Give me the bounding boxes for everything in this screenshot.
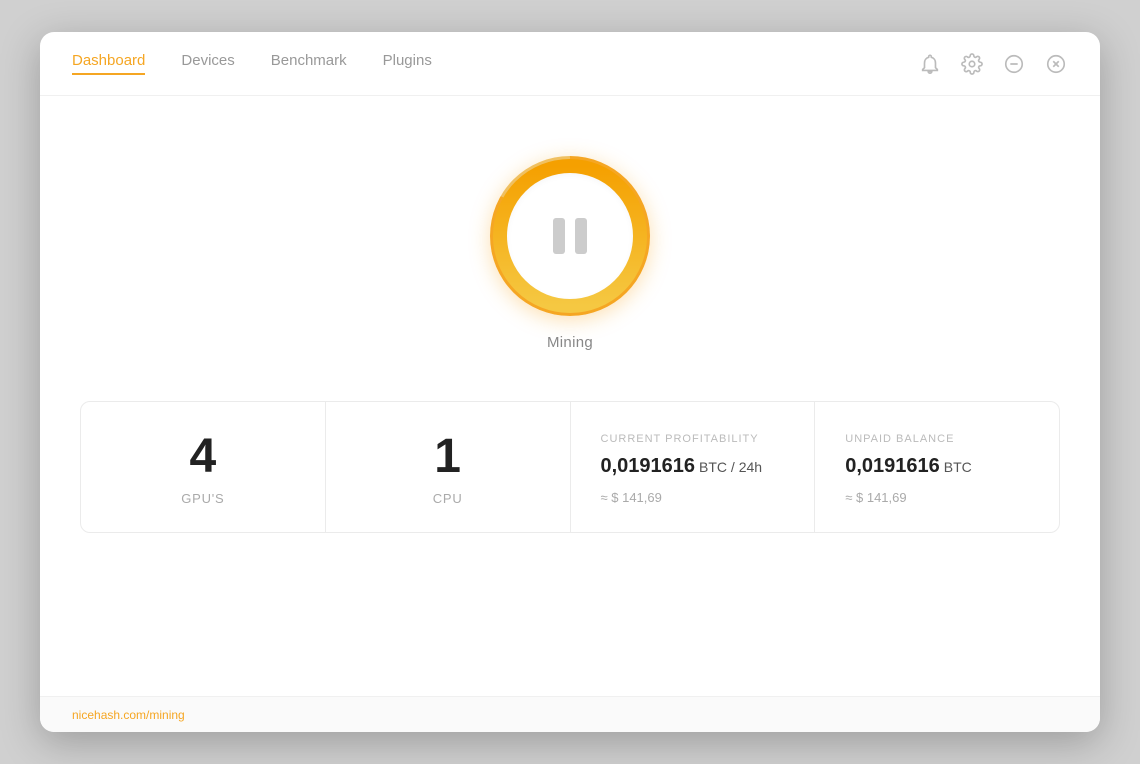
top-bar: Dashboard Devices Benchmark Plugins: [40, 32, 1100, 96]
stats-row: 4 GPU'S 1 CPU CURRENT PROFITABILITY 0,01…: [80, 401, 1060, 533]
minimize-icon[interactable]: [1002, 52, 1026, 76]
balance-value: 0,0191616: [845, 455, 940, 477]
stat-balance: UNPAID BALANCE 0,0191616BTC ≈ $ 141,69: [815, 402, 1059, 532]
balance-sub: ≈ $ 141,69: [845, 490, 906, 505]
gpus-value: 4: [190, 433, 217, 481]
notification-icon[interactable]: [918, 52, 942, 76]
window-controls: [918, 52, 1068, 76]
close-icon[interactable]: [1044, 52, 1068, 76]
tab-plugins[interactable]: Plugins: [383, 52, 432, 75]
bottom-bar: nicehash.com/mining: [40, 696, 1100, 732]
stat-gpus: 4 GPU'S: [81, 402, 326, 532]
bottom-link[interactable]: nicehash.com/mining: [72, 708, 185, 722]
stat-cpu: 1 CPU: [326, 402, 571, 532]
balance-title: UNPAID BALANCE: [845, 433, 954, 445]
balance-unit: BTC: [944, 459, 972, 475]
profitability-title: CURRENT PROFITABILITY: [601, 433, 759, 445]
profitability-sub: ≈ $ 141,69: [601, 490, 662, 505]
profitability-unit: BTC / 24h: [699, 459, 762, 475]
stat-profitability: CURRENT PROFITABILITY 0,0191616BTC / 24h…: [571, 402, 816, 532]
tab-benchmark[interactable]: Benchmark: [271, 52, 347, 75]
profitability-value: 0,0191616: [601, 455, 696, 477]
settings-icon[interactable]: [960, 52, 984, 76]
main-content: Mining 4 GPU'S 1 CPU CURRENT PROFITABILI…: [40, 96, 1100, 696]
cpu-label: CPU: [433, 491, 463, 506]
mining-button[interactable]: [490, 156, 650, 316]
mining-status-label: Mining: [547, 334, 593, 351]
nav-tabs: Dashboard Devices Benchmark Plugins: [72, 52, 432, 75]
mining-area: Mining: [490, 156, 650, 351]
app-window: Dashboard Devices Benchmark Plugins: [40, 32, 1100, 732]
gpus-label: GPU'S: [181, 491, 224, 506]
cpu-value: 1: [434, 433, 461, 481]
tab-devices[interactable]: Devices: [181, 52, 234, 75]
tab-dashboard[interactable]: Dashboard: [72, 52, 145, 75]
